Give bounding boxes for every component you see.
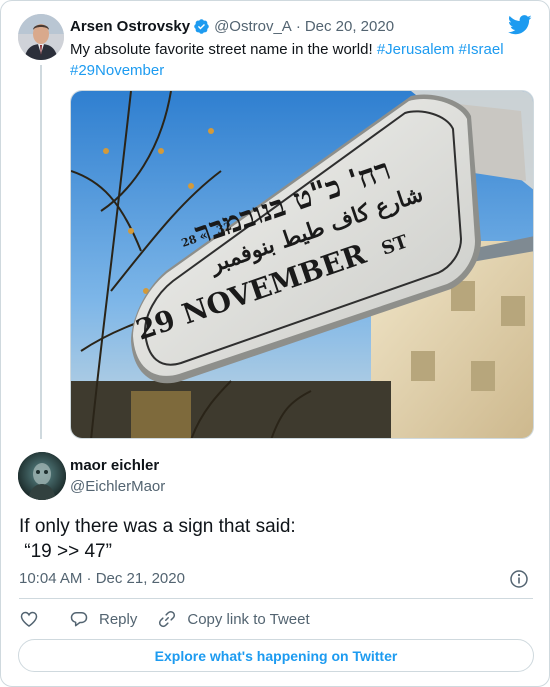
- thread-line: [40, 65, 42, 439]
- author-avatar[interactable]: [18, 14, 64, 60]
- hashtag-29november[interactable]: #29November: [70, 62, 164, 79]
- info-icon[interactable]: [509, 569, 529, 589]
- explore-button[interactable]: Explore what's happening on Twitter: [18, 639, 534, 672]
- copy-link-label: Copy link to Tweet: [187, 610, 310, 628]
- tweet-photo[interactable]: רח' כ"ט בנובמבר شارع كاف طيط بنوفمبر 28 …: [70, 90, 534, 439]
- tweet-header: Arsen Ostrovsky @Ostrov_A · Dec 20, 2020: [70, 16, 394, 36]
- reply-author-name[interactable]: maor eichler: [70, 457, 159, 474]
- copy-link-button[interactable]: Copy link to Tweet: [157, 609, 310, 629]
- reply-author-handle[interactable]: @EichlerMaor: [70, 478, 165, 495]
- like-button[interactable]: [19, 609, 49, 629]
- link-icon: [159, 610, 176, 628]
- reply-author-avatar[interactable]: [18, 452, 66, 500]
- divider: [19, 598, 533, 599]
- author-handle[interactable]: @Ostrov_A: [214, 18, 292, 35]
- twitter-bird-icon[interactable]: [508, 15, 532, 35]
- tweet-text: My absolute favorite street name in the …: [70, 39, 520, 81]
- embedded-tweet-card: Arsen Ostrovsky @Ostrov_A · Dec 20, 2020…: [0, 0, 550, 687]
- reply-text: If only there was a sign that said: “19 …: [19, 516, 296, 562]
- reply-icon: [70, 612, 88, 627]
- tweet-actions: Reply Copy link to Tweet: [19, 608, 330, 630]
- hashtag-jerusalem[interactable]: #Jerusalem: [377, 41, 455, 58]
- separator-dot: ·: [295, 17, 301, 35]
- tweet-date[interactable]: Dec 20, 2020: [305, 18, 394, 35]
- verified-badge-icon: [193, 18, 210, 35]
- tweet-body: My absolute favorite street name in the …: [70, 41, 373, 58]
- hashtag-israel[interactable]: #Israel: [459, 41, 504, 58]
- heart-icon: [20, 611, 38, 628]
- reply-label: Reply: [99, 610, 138, 628]
- reply-timestamp[interactable]: 10:04 AM · Dec 21, 2020: [19, 570, 185, 587]
- reply-button[interactable]: Reply: [69, 609, 137, 629]
- author-name[interactable]: Arsen Ostrovsky: [70, 18, 190, 35]
